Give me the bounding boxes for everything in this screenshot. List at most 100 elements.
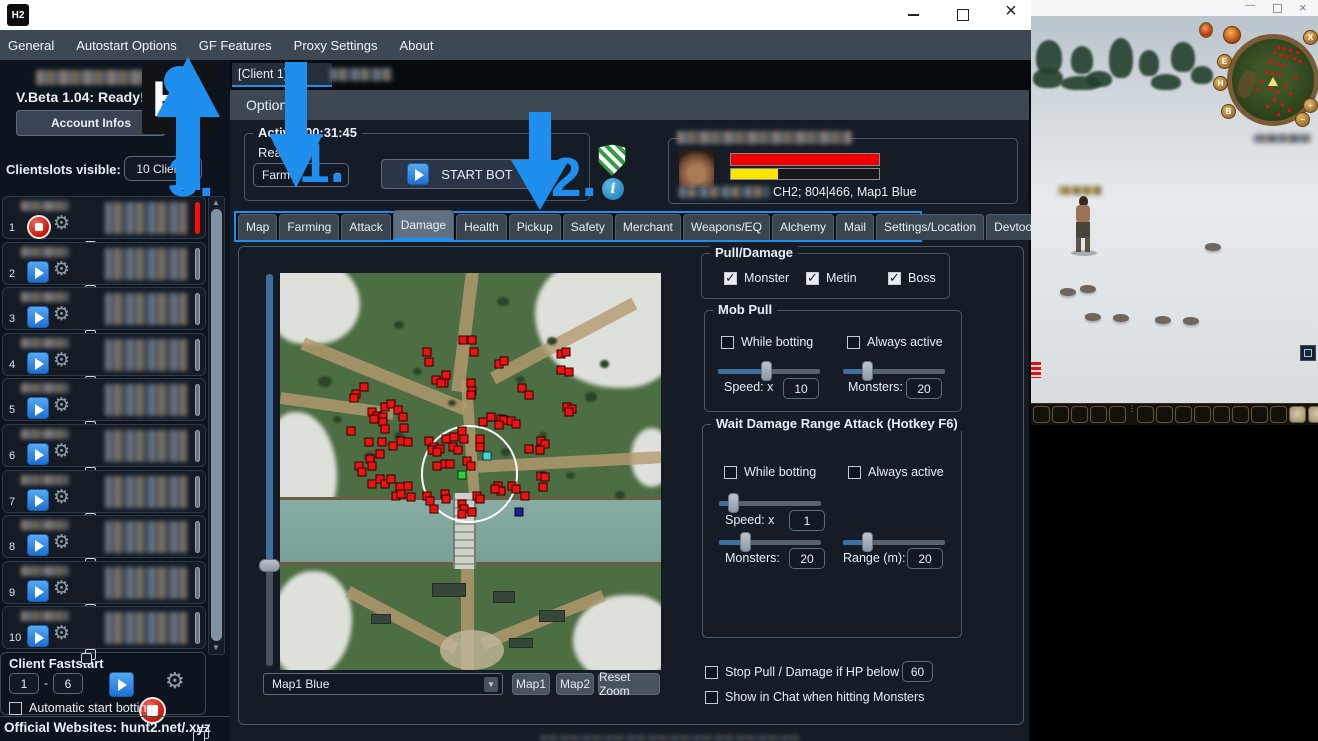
game-hotbar[interactable]: ⋮ (1031, 403, 1318, 425)
slot-gear-icon[interactable]: ⚙ (53, 258, 70, 280)
show-chat-row[interactable]: Show in Chat when hitting Monsters (705, 690, 924, 704)
scroll-down-icon[interactable]: ▼ (212, 643, 220, 652)
wait-range-value[interactable]: 20 (907, 548, 943, 569)
slot-gear-icon[interactable]: ⚙ (53, 212, 70, 234)
auto-start-checkbox-row[interactable]: Automatic start botting (9, 701, 153, 715)
scroll-icon[interactable] (1289, 406, 1306, 423)
pull-boss-row[interactable]: Boss (888, 271, 936, 285)
client-slot-2[interactable]: 2⚙ (2, 242, 206, 285)
slot-play-button[interactable] (27, 534, 49, 556)
mobpull-monsters-slider[interactable] (843, 369, 945, 374)
slot-play-button[interactable] (27, 352, 49, 374)
game-minimize-button[interactable]: — (1245, 2, 1257, 12)
slot-gear-icon[interactable]: ⚙ (53, 577, 70, 599)
client-slot-3[interactable]: 3⚙ (2, 287, 206, 330)
faststart-from-field[interactable]: 1 (9, 673, 39, 694)
wait-speed-slider[interactable] (719, 501, 821, 506)
client-list-scrollbar[interactable]: ▲ ▼ (208, 196, 225, 655)
minimap-zoom-out-button[interactable]: − (1295, 112, 1310, 127)
maximize-button[interactable] (950, 9, 976, 25)
minimap-b-button[interactable]: B (1221, 104, 1236, 119)
hotbar-slot-empty[interactable] (1137, 406, 1154, 423)
slot-gear-icon[interactable]: ⚙ (53, 303, 70, 325)
hotbar-slot-empty[interactable] (1175, 406, 1192, 423)
hotbar-slot-empty[interactable] (1270, 406, 1287, 423)
farm-map[interactable] (280, 273, 661, 670)
faststart-gear-icon[interactable]: ⚙ (165, 669, 185, 694)
pull-boss-checkbox[interactable] (888, 272, 901, 285)
mobpull-always-active-checkbox[interactable] (847, 336, 860, 349)
hotbar-slot-empty[interactable] (1194, 406, 1211, 423)
slot-stop-button[interactable] (27, 215, 51, 239)
minimap-close-button[interactable]: X (1303, 30, 1318, 45)
info-icon[interactable]: i (602, 178, 624, 200)
menu-item-general[interactable]: General (8, 38, 54, 53)
client-slot-9[interactable]: 9⚙ (2, 561, 206, 604)
scrollbar-thumb[interactable] (211, 209, 222, 641)
map2-button[interactable]: Map2 (556, 673, 594, 695)
slot-gear-icon[interactable]: ⚙ (53, 622, 70, 644)
mini-window-icon[interactable] (1300, 345, 1316, 361)
slot-gear-icon[interactable]: ⚙ (53, 531, 70, 553)
faststart-to-field[interactable]: 6 (53, 673, 83, 694)
stop-pull-value[interactable]: 60 (902, 661, 933, 682)
mobpull-while-botting-checkbox[interactable] (721, 336, 734, 349)
hotbar-slot-empty[interactable] (1090, 406, 1107, 423)
wait-monsters-value[interactable]: 20 (789, 548, 825, 569)
slot-play-button[interactable] (27, 443, 49, 465)
game-close-button[interactable]: × (1299, 0, 1307, 15)
mobpull-while-botting-row[interactable]: While botting (721, 335, 813, 349)
tab-mail[interactable]: Mail (836, 214, 874, 240)
hotbar-slot-empty[interactable] (1071, 406, 1088, 423)
slot-play-button[interactable] (27, 261, 49, 283)
pull-monster-checkbox[interactable] (724, 272, 737, 285)
pull-metin-row[interactable]: Metin (806, 271, 857, 285)
tab-weapons-eq[interactable]: Weapons/EQ (683, 214, 770, 240)
minimap-e-button[interactable]: E (1217, 54, 1232, 69)
quest-orb-icon[interactable] (1199, 22, 1213, 38)
wait-speed-value[interactable]: 1 (789, 510, 825, 531)
slot-play-button[interactable] (27, 306, 49, 328)
client-slot-8[interactable]: 8⚙ (2, 515, 206, 558)
wait-always-active-checkbox[interactable] (848, 466, 861, 479)
hotbar-slot-empty[interactable] (1213, 406, 1230, 423)
menu-item-about[interactable]: About (400, 38, 434, 53)
faststart-play-button[interactable] (109, 672, 134, 697)
coin-icon[interactable] (1308, 406, 1318, 423)
tab-safety[interactable]: Safety (563, 214, 613, 240)
slot-play-button[interactable] (27, 625, 49, 647)
map-zoom-slider[interactable] (266, 274, 273, 666)
slot-play-button[interactable] (27, 397, 49, 419)
minimap-orb-icon[interactable] (1223, 26, 1241, 44)
hotbar-slot-empty[interactable] (1109, 406, 1126, 423)
client-slot-10[interactable]: 10⚙ (2, 606, 206, 649)
reset-zoom-button[interactable]: Reset Zoom (598, 673, 660, 695)
minimize-button[interactable] (900, 8, 926, 24)
show-chat-checkbox[interactable] (705, 691, 718, 704)
mobpull-speed-slider[interactable] (718, 369, 820, 374)
slot-gear-icon[interactable]: ⚙ (53, 486, 70, 508)
hotbar-slot-empty[interactable] (1033, 406, 1050, 423)
mobpull-monsters-value[interactable]: 20 (906, 378, 942, 399)
slot-play-button[interactable] (27, 489, 49, 511)
hotbar-slot-empty[interactable] (1052, 406, 1069, 423)
hotbar-slot-empty[interactable] (1251, 406, 1268, 423)
menu-item-autostart-options[interactable]: Autostart Options (76, 38, 176, 53)
pull-metin-checkbox[interactable] (806, 272, 819, 285)
menu-item-proxy-settings[interactable]: Proxy Settings (294, 38, 378, 53)
wait-range-slider[interactable] (843, 540, 945, 545)
stop-pull-row[interactable]: Stop Pull / Damage if HP below % (705, 665, 914, 679)
slot-gear-icon[interactable]: ⚙ (53, 394, 70, 416)
tab-farming[interactable]: Farming (279, 214, 339, 240)
mobpull-always-active-row[interactable]: Always active (847, 335, 943, 349)
menu-item-gf-features[interactable]: GF Features (199, 38, 272, 53)
slot-play-button[interactable] (27, 580, 49, 602)
tab-alchemy[interactable]: Alchemy (772, 214, 834, 240)
tab-settings-location[interactable]: Settings/Location (876, 214, 984, 240)
tab-attack[interactable]: Attack (341, 214, 390, 240)
stop-pull-checkbox[interactable] (705, 666, 718, 679)
wait-while-botting-checkbox[interactable] (724, 466, 737, 479)
map-select-dropdown[interactable]: Map1 Blue ▼ (263, 673, 503, 695)
wait-always-active-row[interactable]: Always active (848, 465, 944, 479)
auto-start-checkbox[interactable] (9, 702, 22, 715)
